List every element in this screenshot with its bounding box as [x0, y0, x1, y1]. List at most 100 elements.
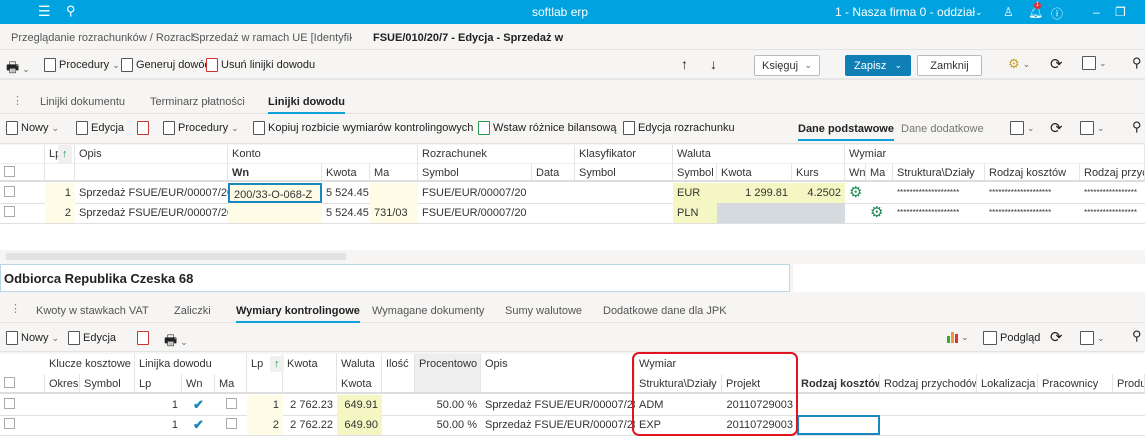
wstaw-button[interactable]: Wstaw różnice bilansową: [478, 121, 617, 135]
select-all-checkbox[interactable]: [0, 374, 20, 394]
menu-icon[interactable]: ☰: [38, 3, 51, 20]
nowy-button[interactable]: Nowy ⌄: [6, 331, 59, 345]
grid-cell[interactable]: [575, 203, 673, 223]
minimize-icon[interactable]: –: [1093, 5, 1100, 19]
user-icon[interactable]: ♙: [1003, 5, 1014, 19]
grid-cell[interactable]: 2 762.23: [283, 395, 337, 415]
arrow-up-icon[interactable]: ↑: [681, 56, 688, 72]
print-button[interactable]: 🖶︎ ⌄: [6, 57, 30, 81]
tab-linijki-dokumentu[interactable]: Linijki dokumentu: [40, 96, 125, 108]
procedury-button[interactable]: Procedury ⌄: [44, 58, 120, 72]
grid-cell[interactable]: Sprzedaż FSUE/EUR/00007/20: [75, 203, 228, 223]
grid-cell[interactable]: Sprzedaż FSUE/EUR/00007/20: [75, 183, 228, 203]
row-checkbox[interactable]: [0, 395, 20, 415]
generuj-dowod-button[interactable]: Generuj dowód: [121, 58, 211, 72]
more-icon[interactable]: ⋮: [12, 94, 23, 107]
grid-cell[interactable]: 649.91: [337, 395, 382, 415]
chevron-down-icon[interactable]: ⌄: [975, 7, 983, 18]
view-settings-icon[interactable]: ⌄: [1080, 331, 1105, 345]
grid-cell[interactable]: [1038, 415, 1113, 435]
delete-button[interactable]: [137, 331, 149, 345]
tab-kwoty-vat[interactable]: Kwoty w stawkach VAT: [36, 305, 149, 317]
search-icon[interactable]: ⚲: [66, 3, 76, 19]
grid-cell[interactable]: 50.00 %: [415, 395, 481, 415]
grid-cell[interactable]: ********************: [893, 183, 985, 203]
grid-cell[interactable]: [880, 415, 977, 435]
nowy-button[interactable]: Nowy ⌄: [6, 121, 59, 135]
tab-dane-dodatkowe[interactable]: Dane dodatkowe: [901, 123, 984, 135]
window-tab-fsue[interactable]: FSUE/010/20/7 - Edycja - Sprzedaż w: [373, 32, 611, 48]
row-checkbox[interactable]: [0, 183, 20, 203]
grid-cell[interactable]: [80, 395, 135, 415]
grid-cell[interactable]: 1: [45, 183, 75, 203]
grid-cell[interactable]: [797, 395, 880, 415]
grid-cell[interactable]: 731/03: [370, 203, 418, 223]
podglad-button[interactable]: Podgląd: [983, 331, 1040, 345]
grid-cell[interactable]: [532, 183, 575, 203]
settings-warning-icon[interactable]: ⚙ ⌄: [1008, 56, 1030, 72]
grid-cell[interactable]: 1: [135, 395, 182, 415]
ksieguj-dropdown[interactable]: Księguj ⌄: [754, 55, 820, 76]
grid-cell[interactable]: 1: [135, 415, 182, 435]
row-checkbox[interactable]: [0, 203, 20, 223]
grid-cell[interactable]: 2 762.22: [283, 415, 337, 435]
grid-cell[interactable]: 5 524.45: [322, 203, 370, 223]
grid-cell[interactable]: [1038, 395, 1113, 415]
description-field[interactable]: Odbiorca Republika Czeska 68: [0, 264, 790, 292]
grid-cell[interactable]: [80, 415, 135, 435]
unchecked-checkbox[interactable]: [215, 415, 247, 435]
grid-cell[interactable]: [845, 203, 866, 223]
grid-cell[interactable]: [1113, 415, 1145, 435]
grid-cell[interactable]: [797, 415, 880, 435]
tab-wymagane-dokumenty[interactable]: Wymagane dokumenty: [372, 305, 484, 317]
grid-cell[interactable]: [228, 203, 322, 223]
collapse-icon[interactable]: ⌄: [1010, 121, 1035, 135]
grid-cell[interactable]: Sprzedaż FSUE/EUR/00007/20: [481, 415, 635, 435]
grid-cell[interactable]: [370, 183, 418, 203]
row-checkbox[interactable]: [0, 415, 20, 435]
tab-wymiary[interactable]: Wymiary kontrolingowe: [236, 305, 360, 323]
grid-cell[interactable]: *****************: [1080, 203, 1145, 223]
tab-linijki-dowodu[interactable]: Linijki dowodu: [268, 96, 345, 114]
checked-checkbox[interactable]: ✔: [182, 395, 215, 415]
grid-cell[interactable]: [382, 395, 415, 415]
grid-cell[interactable]: 5 524.45: [322, 183, 370, 203]
search-icon[interactable]: ⚲: [1132, 328, 1142, 344]
grid-cell[interactable]: EUR: [673, 183, 717, 203]
more-icon[interactable]: ⋮: [10, 302, 21, 315]
edycja-rozrachunku-button[interactable]: Edycja rozrachunku: [623, 121, 735, 135]
grid-cell[interactable]: [977, 415, 1038, 435]
grid-cell[interactable]: [880, 395, 977, 415]
sort-asc-icon[interactable]: ↑: [58, 145, 72, 163]
grid-cell[interactable]: 1: [247, 395, 283, 415]
sort-asc-icon[interactable]: ↑: [270, 356, 284, 372]
grid-cell[interactable]: [45, 415, 80, 435]
grid-cell[interactable]: 649.90: [337, 415, 382, 435]
horizontal-scrollbar[interactable]: [6, 253, 346, 260]
grid-cell[interactable]: 200/33-O-068-Z: [228, 183, 322, 203]
tab-terminarz[interactable]: Terminarz płatności: [150, 96, 245, 108]
select-all-checkbox[interactable]: [0, 163, 20, 182]
refresh-icon[interactable]: ⟳: [1050, 119, 1063, 137]
grid-cell[interactable]: 4.2502: [792, 183, 845, 203]
grid-cell[interactable]: 2: [247, 415, 283, 435]
grid-cell[interactable]: ********************: [985, 183, 1080, 203]
zapisz-button[interactable]: Zapisz ⌄: [845, 55, 911, 76]
unchecked-checkbox[interactable]: [215, 395, 247, 415]
edycja-button[interactable]: Edycja: [76, 121, 124, 135]
arrow-down-icon[interactable]: ↓: [710, 56, 717, 72]
chart-button[interactable]: ⌄: [947, 331, 969, 343]
grid-cell[interactable]: 50.00 %: [415, 415, 481, 435]
zamknij-button[interactable]: Zamknij: [917, 55, 982, 76]
kopiuj-button[interactable]: Kopiuj rozbicie wymiarów kontrolingowych: [253, 121, 473, 135]
edycja-button[interactable]: Edycja: [68, 331, 116, 345]
grid-cell[interactable]: [532, 203, 575, 223]
delete-button[interactable]: [137, 121, 149, 135]
grid-cell[interactable]: [977, 395, 1038, 415]
tab-sumy-walutowe[interactable]: Sumy walutowe: [505, 305, 582, 317]
window-tab-sprzedaz[interactable]: Sprzedaż w ramach UE [Identyfikator n: [192, 32, 352, 44]
grid-cell[interactable]: [45, 395, 80, 415]
grid-cell[interactable]: [575, 183, 673, 203]
grid-cell[interactable]: 1 299.81: [717, 183, 792, 203]
usun-linijki-button[interactable]: Usuń linijki dowodu: [206, 58, 315, 72]
